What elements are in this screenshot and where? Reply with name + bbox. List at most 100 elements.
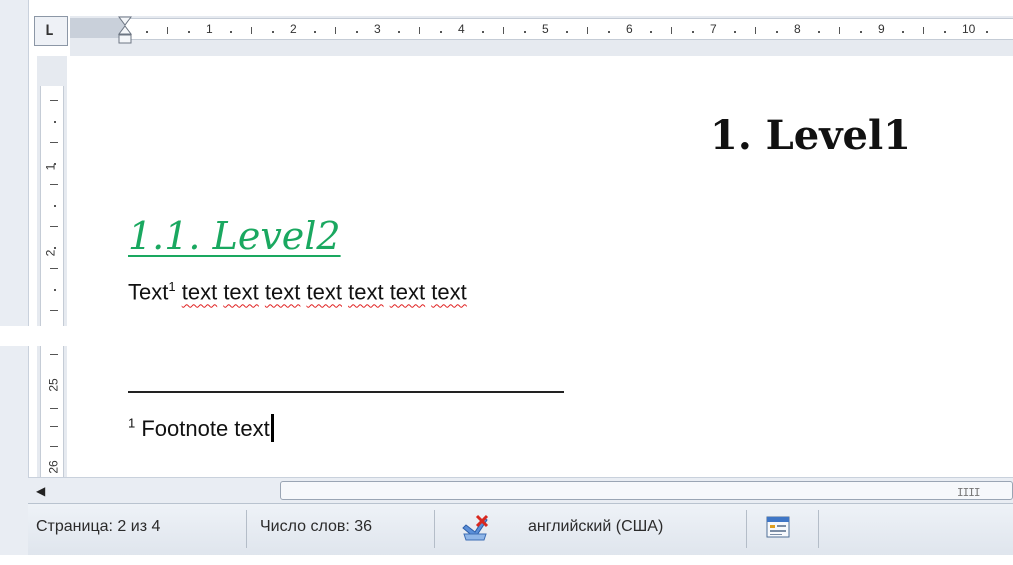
status-separator (818, 510, 819, 548)
ruler-dot (314, 31, 316, 33)
ruler-dot (860, 31, 862, 33)
ruler-tick (839, 27, 840, 34)
body-rest-words: text text text text text text text (176, 279, 467, 304)
footnote-line[interactable]: 1 Footnote text (128, 414, 274, 442)
vertical-ruler-mark (50, 226, 58, 227)
ruler-dot (692, 31, 694, 33)
ruler-number: 7 (710, 22, 717, 36)
ruler-tick (335, 27, 336, 34)
text-cursor (270, 414, 274, 442)
misspelled-word[interactable]: text (390, 279, 425, 304)
ruler-tick (251, 27, 252, 34)
ruler-number: 1 (206, 22, 213, 36)
ruler-number: 2 (290, 22, 297, 36)
status-language[interactable]: английский (США) (528, 518, 663, 536)
misspelled-word[interactable]: text (348, 279, 383, 304)
document-bottom-pane: 25 26 1 Footnote text ◀ IIII Страница: 2 … (0, 346, 1013, 565)
misspelled-word[interactable]: text (182, 279, 217, 304)
ruler-number: 6 (626, 22, 633, 36)
window-left-frame-bottom (0, 346, 29, 565)
vertical-ruler-mark (54, 121, 56, 123)
vertical-ruler-mark (50, 408, 58, 409)
indent-marker-icon[interactable] (118, 16, 132, 56)
ruler-dot (230, 31, 232, 33)
footnote-text: Footnote text (135, 416, 270, 441)
vertical-ruler-bottom-area: 25 26 (40, 346, 64, 477)
status-page-count[interactable]: Страница: 2 из 4 (36, 518, 160, 536)
vertical-ruler-mark (54, 205, 56, 207)
heading-level2[interactable]: 1.1. Level2 (128, 214, 341, 258)
document-top-pane: L 1 2 3 4 5 6 7 8 9 10 12 1. Level1 1.1. Level2 T… (0, 0, 1013, 326)
ruler-number: 8 (794, 22, 801, 36)
scrollbar-thumb[interactable]: IIII (280, 481, 1013, 500)
ruler-dot (440, 31, 442, 33)
vertical-ruler-mark (50, 446, 58, 447)
vertical-ruler-mark (50, 310, 58, 311)
ruler-dot (482, 31, 484, 33)
ruler-number: 3 (374, 22, 381, 36)
ruler-number: 10 (962, 22, 976, 36)
vertical-ruler-mark (50, 142, 58, 143)
ruler-dot (902, 31, 904, 33)
status-word-count[interactable]: Число слов: 36 (260, 518, 372, 536)
ruler-tick (755, 27, 756, 34)
body-first-word: Text (128, 279, 169, 305)
misspelled-word[interactable]: text (307, 279, 342, 304)
ruler-dot (272, 31, 274, 33)
footnote-separator (128, 391, 564, 393)
misspelled-word[interactable]: text (431, 279, 466, 304)
horizontal-scrollbar[interactable]: ◀ IIII (28, 477, 1013, 504)
ruler-dot (188, 31, 190, 33)
status-separator (246, 510, 247, 548)
vertical-ruler-mark (54, 163, 56, 165)
ruler-dot (776, 31, 778, 33)
ruler-number: 5 (542, 22, 549, 36)
proofing-error-icon[interactable] (460, 514, 490, 542)
ruler-margin-left (70, 18, 125, 38)
status-separator (746, 510, 747, 548)
ruler-tick (671, 27, 672, 34)
page-layout-icon[interactable] (766, 516, 790, 538)
page-bottom-margin (0, 555, 1013, 565)
vertical-ruler-mark (50, 100, 58, 101)
vertical-ruler-number: 25 (46, 378, 61, 392)
vertical-ruler-mark (54, 289, 56, 291)
ruler-dot (650, 31, 652, 33)
ruler-dot (734, 31, 736, 33)
vertical-ruler-mark (54, 247, 56, 249)
vertical-ruler-mark (50, 354, 58, 355)
misspelled-word[interactable]: text (223, 279, 258, 304)
heading-level1[interactable]: 1. Level1 (710, 112, 911, 159)
ruler-dot (566, 31, 568, 33)
vertical-ruler-number: 2 (43, 249, 58, 257)
ruler-tick (587, 27, 588, 34)
arrow-left-icon[interactable]: ◀ (36, 484, 45, 498)
vertical-ruler-mark (50, 426, 58, 427)
ruler-dot (524, 31, 526, 33)
ruler-dot (398, 31, 400, 33)
ruler-tick (167, 27, 168, 34)
tab-selector-glyph: L (45, 23, 54, 39)
ruler-dot (146, 31, 148, 33)
body-paragraph[interactable]: Text1 text text text text text text text (128, 279, 467, 305)
vertical-ruler-bottom[interactable]: 25 26 (37, 346, 67, 477)
ruler-tick (923, 27, 924, 34)
ruler-dot (356, 31, 358, 33)
misspelled-word[interactable]: text (265, 279, 300, 304)
vertical-ruler-text-area: 12 (40, 86, 64, 326)
window-left-frame (0, 0, 29, 326)
vertical-ruler-top[interactable]: 12 (37, 56, 67, 326)
status-bar: Страница: 2 из 4 Число слов: 36 английск… (28, 503, 1013, 556)
vertical-ruler-number: 26 (46, 460, 61, 474)
tab-selector-button[interactable]: L (34, 16, 68, 46)
ruler-dot (608, 31, 610, 33)
ruler-number: 4 (458, 22, 465, 36)
ruler-tick (503, 27, 504, 34)
vertical-ruler-mark (50, 268, 58, 269)
ruler-dot (986, 31, 988, 33)
vertical-ruler-mark (50, 184, 58, 185)
ruler-tick (419, 27, 420, 34)
horizontal-ruler[interactable]: 1 2 3 4 5 6 7 8 9 10 (70, 16, 1013, 56)
footnote-reference[interactable]: 1 (168, 279, 175, 294)
ruler-dot (944, 31, 946, 33)
